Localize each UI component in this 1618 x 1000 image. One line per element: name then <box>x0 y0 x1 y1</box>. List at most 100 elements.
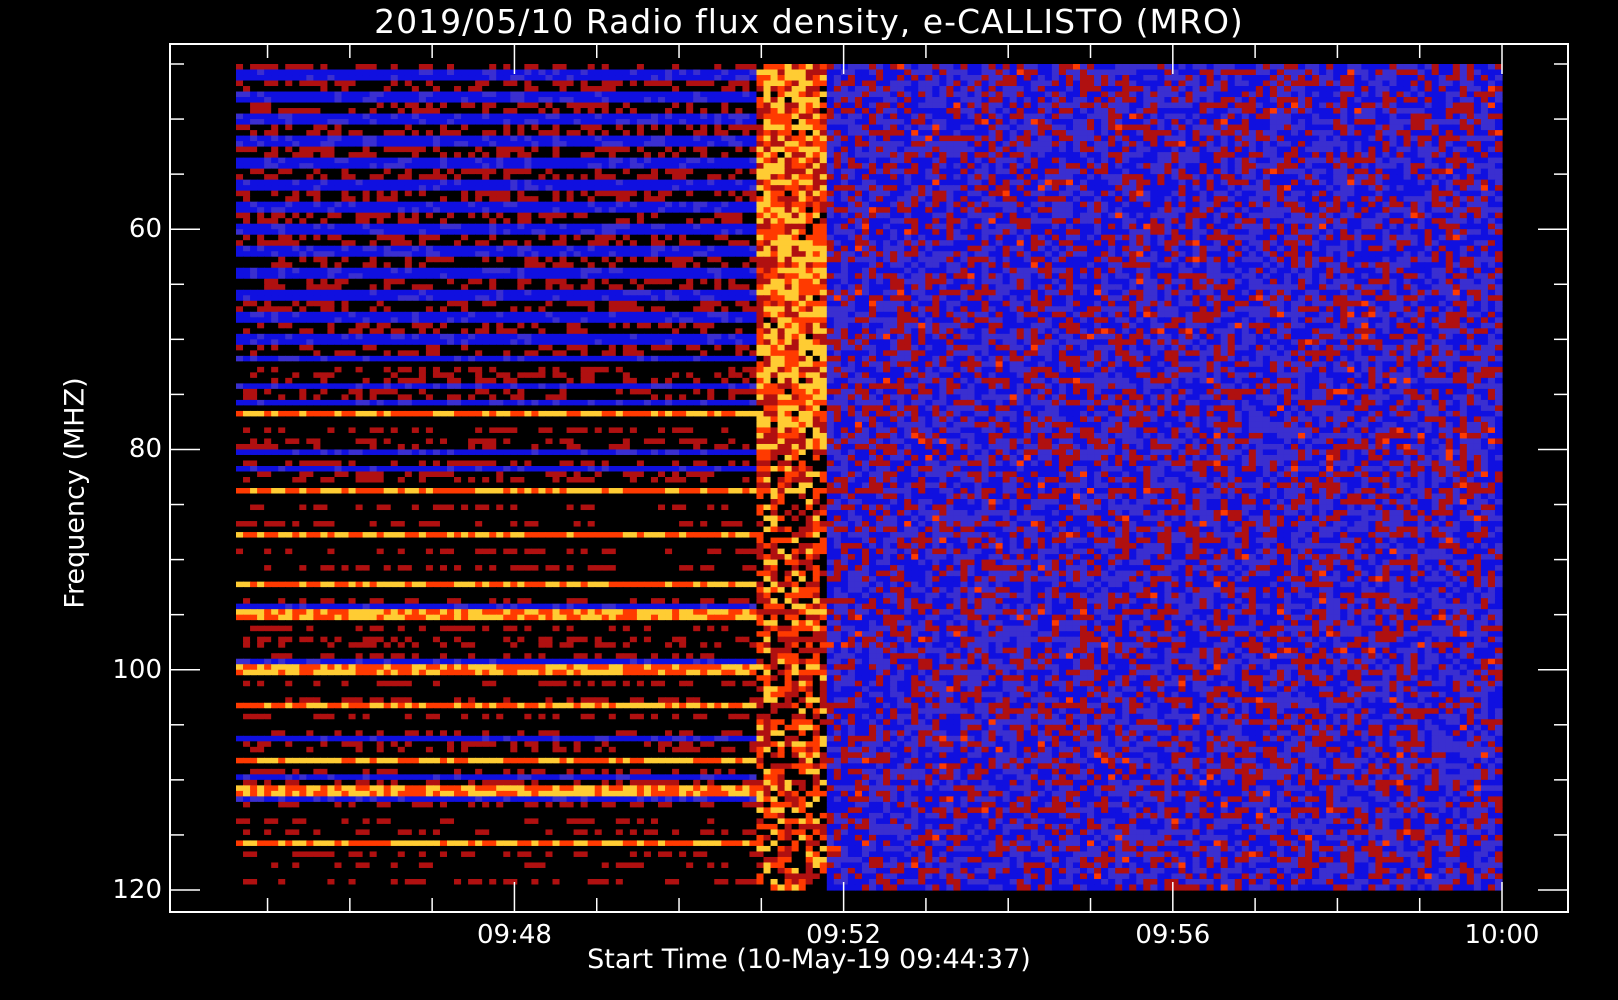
heatmap-cell <box>1171 103 1179 109</box>
heatmap-cell <box>468 108 476 114</box>
heatmap-cell <box>1136 86 1144 92</box>
heatmap-cell <box>1214 119 1222 125</box>
heatmap-cell <box>363 92 371 98</box>
heatmap-cell <box>764 64 772 70</box>
heatmap-cell <box>813 103 821 109</box>
heatmap-cell <box>1242 92 1250 98</box>
heatmap-cell <box>1333 119 1341 125</box>
heatmap-cell <box>412 108 420 114</box>
heatmap-cell <box>932 75 940 81</box>
heatmap-cell <box>714 97 722 103</box>
heatmap-cell <box>869 103 877 109</box>
heatmap-cell <box>862 81 870 87</box>
heatmap-cell <box>756 64 764 70</box>
heatmap-cell <box>1495 97 1503 103</box>
heatmap-cell <box>707 114 715 120</box>
heatmap-cell <box>306 114 314 120</box>
heatmap-cell <box>1340 81 1348 87</box>
heatmap-cell <box>1129 103 1137 109</box>
heatmap-cell <box>827 108 835 114</box>
heatmap-cell <box>806 92 814 98</box>
heatmap-cell <box>1270 97 1278 103</box>
heatmap-cell <box>946 70 954 76</box>
heatmap-cell <box>236 81 244 87</box>
heatmap-cell <box>1326 114 1334 120</box>
heatmap-cell <box>236 125 244 131</box>
heatmap-cell <box>756 70 764 76</box>
heatmap-cell <box>749 103 757 109</box>
heatmap-cell <box>236 64 244 70</box>
heatmap-cell <box>334 119 342 125</box>
heatmap-cell <box>1186 64 1194 70</box>
heatmap-cell <box>989 108 997 114</box>
heatmap-cell <box>1129 114 1137 120</box>
heatmap-cell <box>581 103 589 109</box>
heatmap-cell <box>574 108 582 114</box>
heatmap-cell <box>538 70 546 76</box>
heatmap-cell <box>503 81 511 87</box>
heatmap-cell <box>1094 64 1102 70</box>
heatmap-cell <box>581 97 589 103</box>
heatmap-cell <box>545 114 553 120</box>
heatmap-cell <box>813 108 821 114</box>
heatmap-cell <box>1249 64 1257 70</box>
heatmap-cell <box>1045 86 1053 92</box>
heatmap-cell <box>848 92 856 98</box>
heatmap-cell <box>799 114 807 120</box>
heatmap-cell <box>841 70 849 76</box>
heatmap-cell <box>1354 86 1362 92</box>
heatmap-cell <box>1242 75 1250 81</box>
heatmap-cell <box>820 114 828 120</box>
heatmap-cell <box>595 119 603 125</box>
heatmap-cell <box>1164 119 1172 125</box>
heatmap-cell <box>883 92 891 98</box>
heatmap-cell <box>398 86 406 92</box>
heatmap-cell <box>728 97 736 103</box>
heatmap-cell <box>264 125 272 131</box>
heatmap-cell <box>714 114 722 120</box>
heatmap-cell <box>1397 81 1405 87</box>
heatmap-cell <box>1284 97 1292 103</box>
heatmap-cell <box>1045 114 1053 120</box>
heatmap-cell <box>721 75 729 81</box>
heatmap-cell <box>595 103 603 109</box>
heatmap-cell <box>609 108 617 114</box>
heatmap-cell <box>1171 86 1179 92</box>
heatmap-cell <box>616 97 624 103</box>
heatmap-cell <box>1277 75 1285 81</box>
heatmap-cell <box>700 75 708 81</box>
heatmap-cell <box>405 103 413 109</box>
heatmap-cell <box>1347 70 1355 76</box>
heatmap-cell <box>1382 75 1390 81</box>
heatmap-cell <box>1115 97 1123 103</box>
heatmap-cell <box>1214 108 1222 114</box>
heatmap-cell <box>1024 70 1032 76</box>
heatmap-cell <box>1235 103 1243 109</box>
heatmap-cell <box>468 119 476 125</box>
heatmap-cell <box>595 92 603 98</box>
heatmap-cell <box>1150 97 1158 103</box>
heatmap-cell <box>883 64 891 70</box>
heatmap-cell <box>299 119 307 125</box>
heatmap-cell <box>1122 114 1130 120</box>
heatmap-cell <box>1481 103 1489 109</box>
heatmap-cell <box>250 75 258 81</box>
heatmap-cell <box>419 75 427 81</box>
heatmap-cell <box>1178 86 1186 92</box>
heatmap-cell <box>1446 86 1454 92</box>
heatmap-cell <box>1382 81 1390 87</box>
heatmap-cell <box>1017 103 1025 109</box>
heatmap-cell <box>953 108 961 114</box>
heatmap-cell <box>679 97 687 103</box>
heatmap-cell <box>1186 97 1194 103</box>
heatmap-cell <box>848 70 856 76</box>
heatmap-cell <box>1143 70 1151 76</box>
heatmap-cell <box>356 81 364 87</box>
heatmap-cell <box>693 81 701 87</box>
heatmap-cell <box>1017 108 1025 114</box>
heatmap-cell <box>574 75 582 81</box>
heatmap-cell <box>1017 64 1025 70</box>
heatmap-cell <box>799 103 807 109</box>
heatmap-cell <box>714 103 722 109</box>
heatmap-cell <box>1066 103 1074 109</box>
